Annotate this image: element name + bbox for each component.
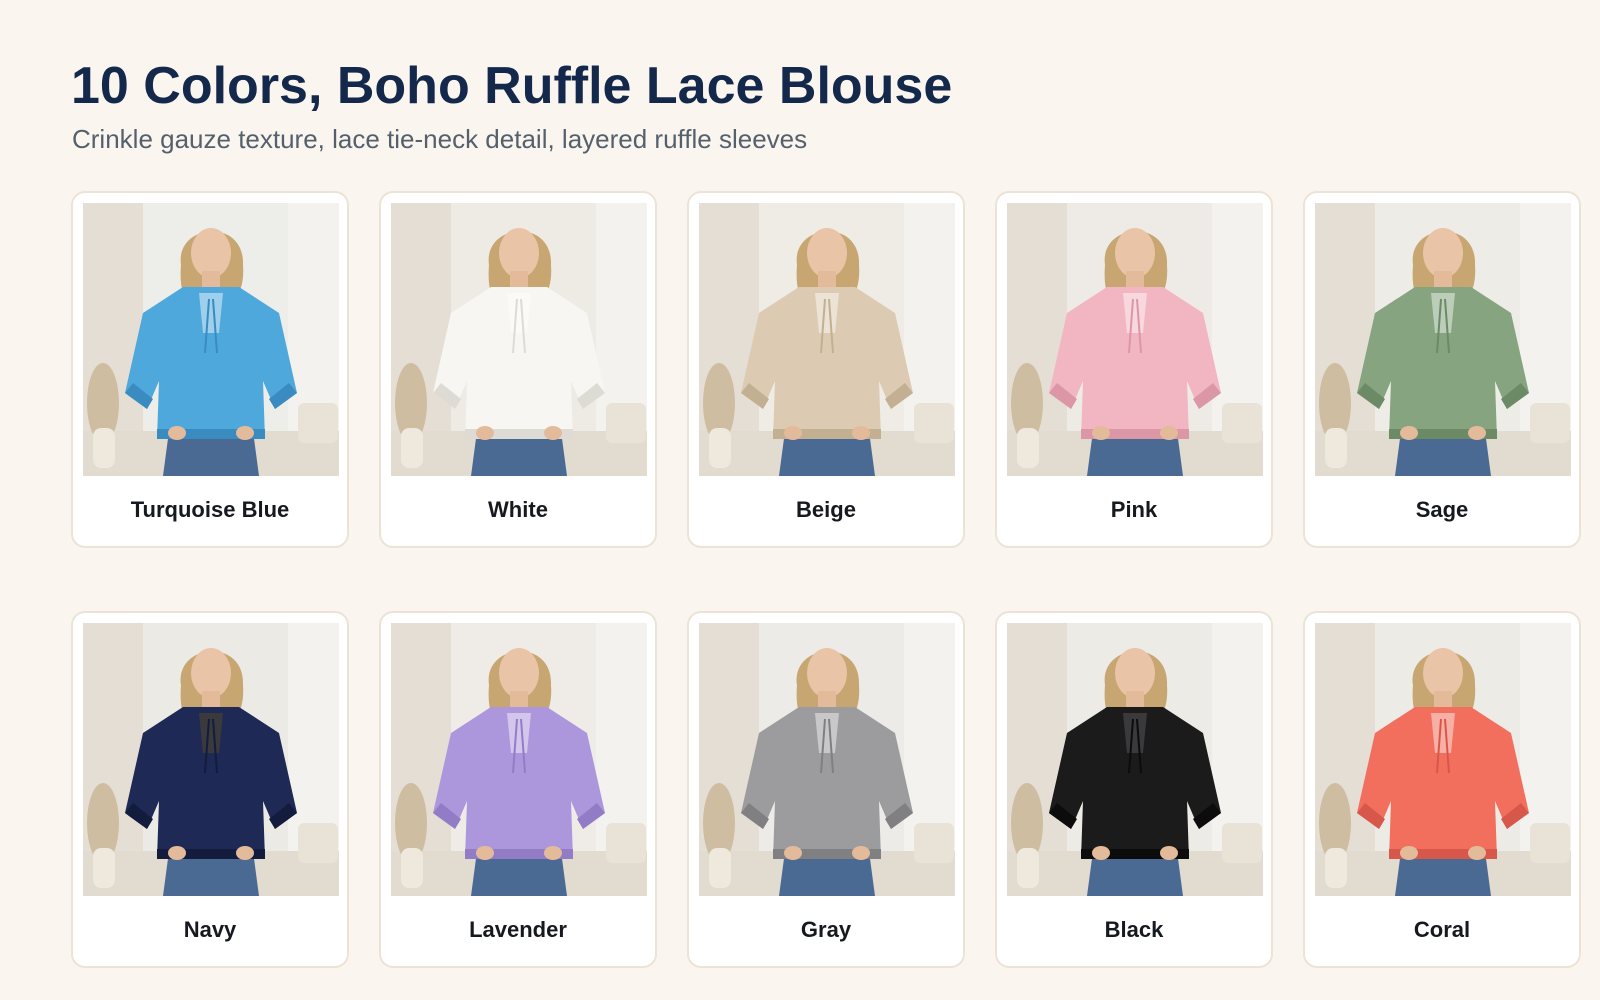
model-photo <box>391 203 647 476</box>
product-photo <box>1007 203 1263 476</box>
model-photo <box>1007 623 1263 896</box>
model-photo <box>83 623 339 896</box>
product-photo <box>1315 623 1571 896</box>
model-photo <box>1315 203 1571 476</box>
color-label: Beige <box>796 497 856 522</box>
model-photo <box>1315 623 1571 896</box>
page-title: 10 Colors, Boho Ruffle Lace Blouse <box>71 57 953 115</box>
color-card-lavender[interactable]: Lavender <box>379 611 657 968</box>
product-photo <box>699 203 955 476</box>
color-label: Pink <box>1110 497 1158 522</box>
color-card-turquoise-blue[interactable]: Turquoise Blue <box>71 191 349 548</box>
product-photo <box>83 203 339 476</box>
model-photo <box>1007 203 1263 476</box>
product-photo <box>699 623 955 896</box>
page-subtitle: Crinkle gauze texture, lace tie-neck det… <box>72 124 808 154</box>
color-label: Turquoise Blue <box>130 497 290 522</box>
product-color-grid: Turquoise Blue White Beige Pink Sage Nav… <box>71 191 1581 968</box>
color-label: Lavender <box>469 917 567 942</box>
color-label: Coral <box>1413 917 1471 942</box>
color-card-coral[interactable]: Coral <box>1303 611 1581 968</box>
color-label: Black <box>1104 917 1164 942</box>
color-label: Navy <box>183 917 237 942</box>
color-card-gray[interactable]: Gray <box>687 611 965 968</box>
product-photo <box>391 623 647 896</box>
color-card-black[interactable]: Black <box>995 611 1273 968</box>
color-label: Gray <box>800 917 852 942</box>
model-photo <box>699 203 955 476</box>
color-label: White <box>488 497 548 522</box>
color-card-pink[interactable]: Pink <box>995 191 1273 548</box>
product-photo <box>1007 623 1263 896</box>
color-label: Sage <box>1415 497 1469 522</box>
model-photo <box>699 623 955 896</box>
model-photo <box>83 203 339 476</box>
product-photo <box>391 203 647 476</box>
color-card-beige[interactable]: Beige <box>687 191 965 548</box>
color-card-navy[interactable]: Navy <box>71 611 349 968</box>
color-card-white[interactable]: White <box>379 191 657 548</box>
product-photo <box>83 623 339 896</box>
product-photo <box>1315 203 1571 476</box>
model-photo <box>391 623 647 896</box>
color-card-sage[interactable]: Sage <box>1303 191 1581 548</box>
